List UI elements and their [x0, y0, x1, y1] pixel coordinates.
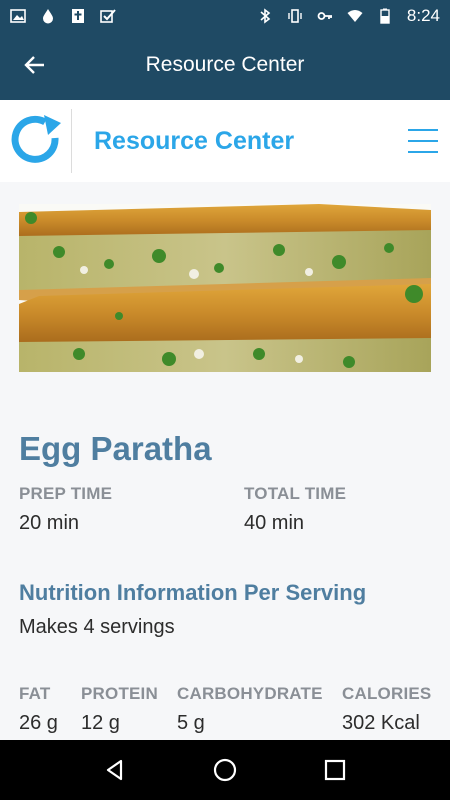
system-nav-bar [0, 740, 450, 800]
checkbox-icon [100, 9, 116, 23]
refresh-logo-icon [11, 115, 61, 163]
fat-value: 26 g [19, 712, 58, 734]
image-icon [10, 9, 26, 23]
key-icon [317, 12, 332, 20]
square-recents-icon [324, 759, 346, 781]
bluetooth-icon [260, 8, 271, 24]
back-nav-button[interactable] [101, 756, 129, 784]
fat-label: FAT [19, 684, 51, 703]
vibrate-icon [288, 9, 302, 23]
carbohydrate-label: CARBOHYDRATE [177, 684, 323, 703]
back-button[interactable] [0, 32, 70, 98]
status-bar: 8:24 [0, 0, 450, 32]
drop-icon [43, 9, 53, 24]
prep-time-label: PREP TIME [19, 484, 113, 503]
recipe-image [19, 204, 431, 372]
menu-button[interactable] [408, 126, 438, 156]
content-area[interactable]: Egg Paratha PREP TIME 20 min TOTAL TIME … [0, 182, 450, 740]
calories-label: CALORIES [342, 684, 432, 703]
status-time: 8:24 [406, 6, 440, 25]
nutrition-heading: Nutrition Information Per Serving [19, 580, 367, 605]
recents-nav-button[interactable] [321, 756, 349, 784]
servings-text: Makes 4 servings [19, 616, 175, 638]
circle-home-icon [213, 758, 237, 782]
prep-time-value: 20 min [19, 512, 80, 534]
protein-label: PROTEIN [81, 684, 158, 703]
wifi-icon [347, 10, 363, 22]
bible-icon [72, 9, 84, 23]
menu-line [408, 140, 438, 142]
total-time-value: 40 min [244, 512, 305, 534]
menu-line [408, 129, 438, 131]
triangle-back-icon [106, 759, 123, 781]
recipe-title: Egg Paratha [19, 430, 212, 467]
arrow-left-icon [24, 56, 44, 74]
carbohydrate-value: 5 g [177, 712, 205, 734]
site-title: Resource Center [94, 126, 295, 155]
battery-icon [380, 8, 390, 24]
protein-value: 12 g [81, 712, 120, 734]
total-time-label: TOTAL TIME [244, 484, 347, 503]
logo[interactable] [2, 109, 72, 173]
home-nav-button[interactable] [211, 756, 239, 784]
calories-value: 302 Kcal [342, 712, 420, 734]
app-bar: Resource Center [0, 32, 450, 98]
menu-line [408, 151, 438, 153]
site-header: Resource Center [0, 98, 450, 182]
